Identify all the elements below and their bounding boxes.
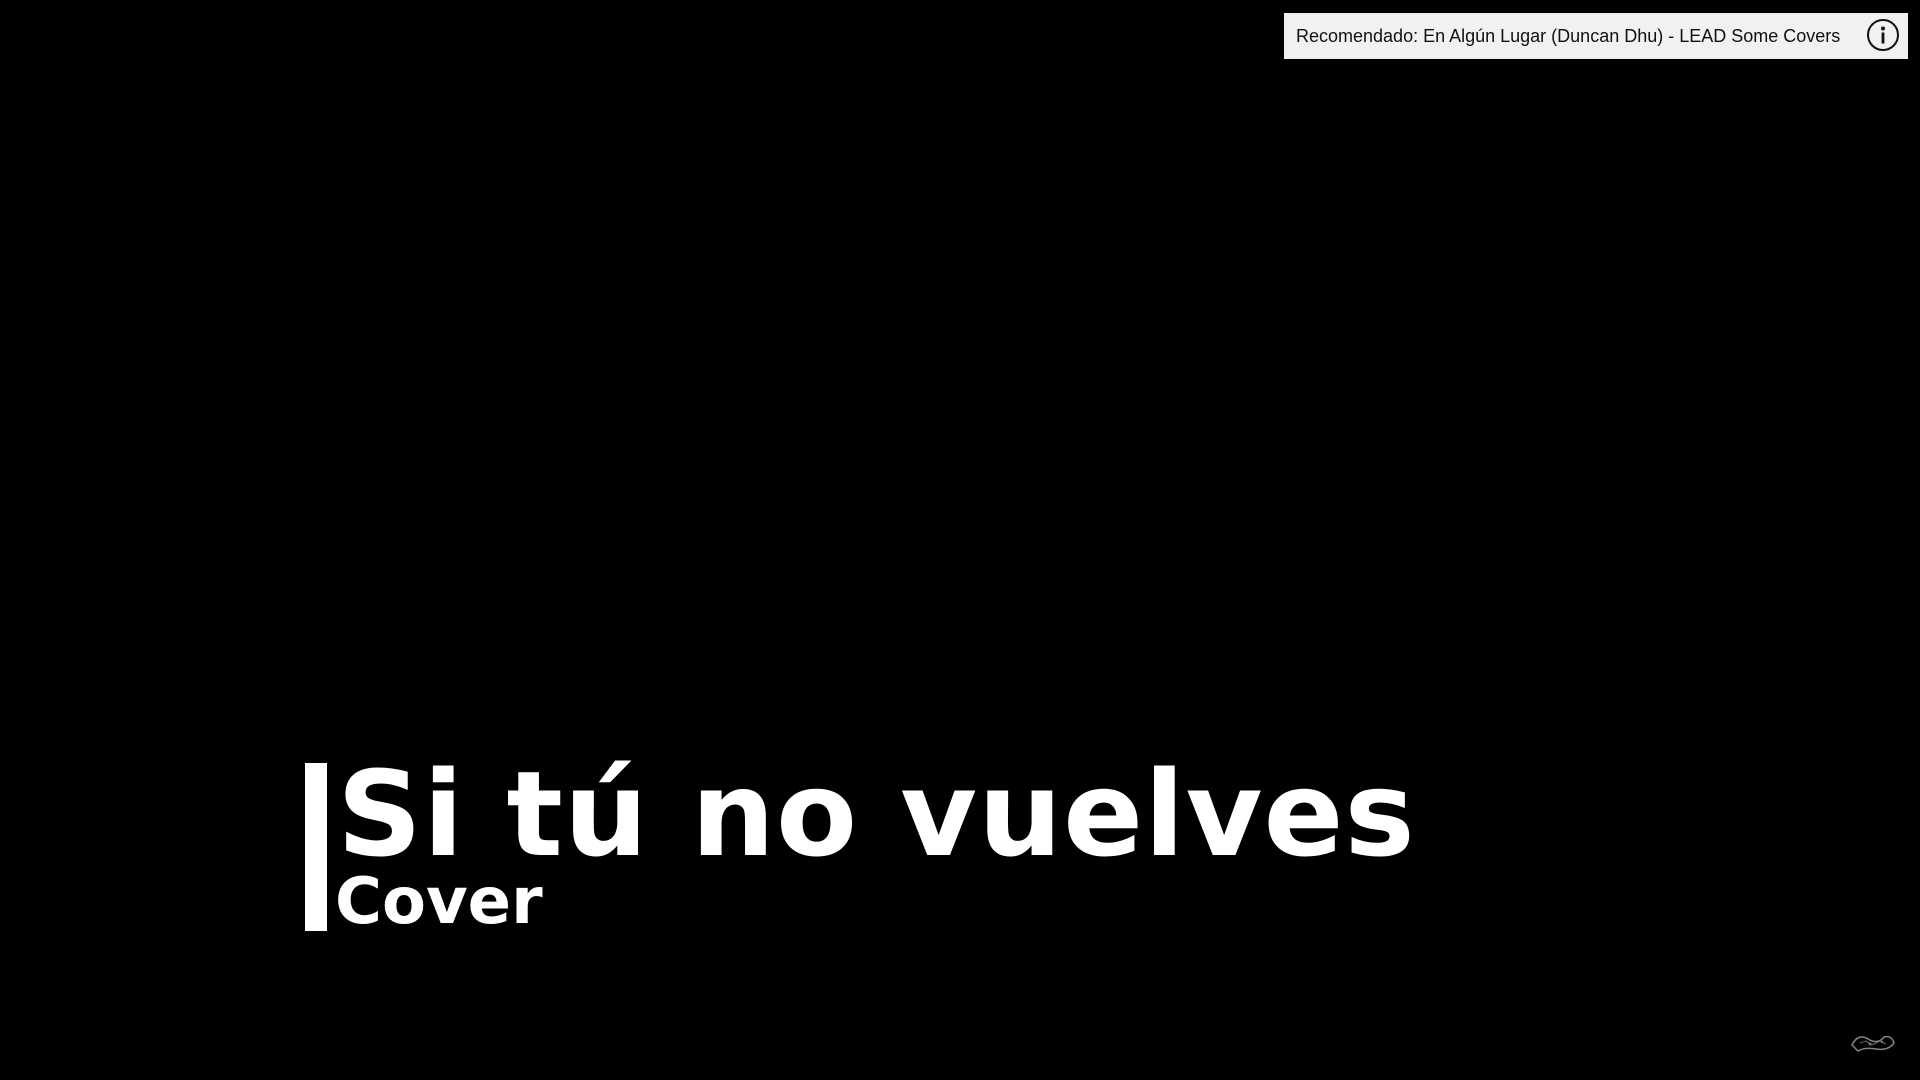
song-subtitle: Cover [335, 865, 543, 939]
recommended-video-card[interactable]: Recomendado: En Algún Lugar (Duncan Dhu)… [1284, 13, 1908, 59]
video-player[interactable]: Si tú no vuelves Cover Recomendado: En A… [0, 0, 1920, 1080]
title-accent-bar [305, 763, 327, 931]
channel-watermark-icon[interactable] [1848, 1027, 1898, 1057]
recommended-video-text[interactable]: Recomendado: En Algún Lugar (Duncan Dhu)… [1296, 26, 1840, 47]
info-icon[interactable] [1866, 18, 1900, 52]
song-title: Si tú no vuelves [337, 745, 1416, 883]
